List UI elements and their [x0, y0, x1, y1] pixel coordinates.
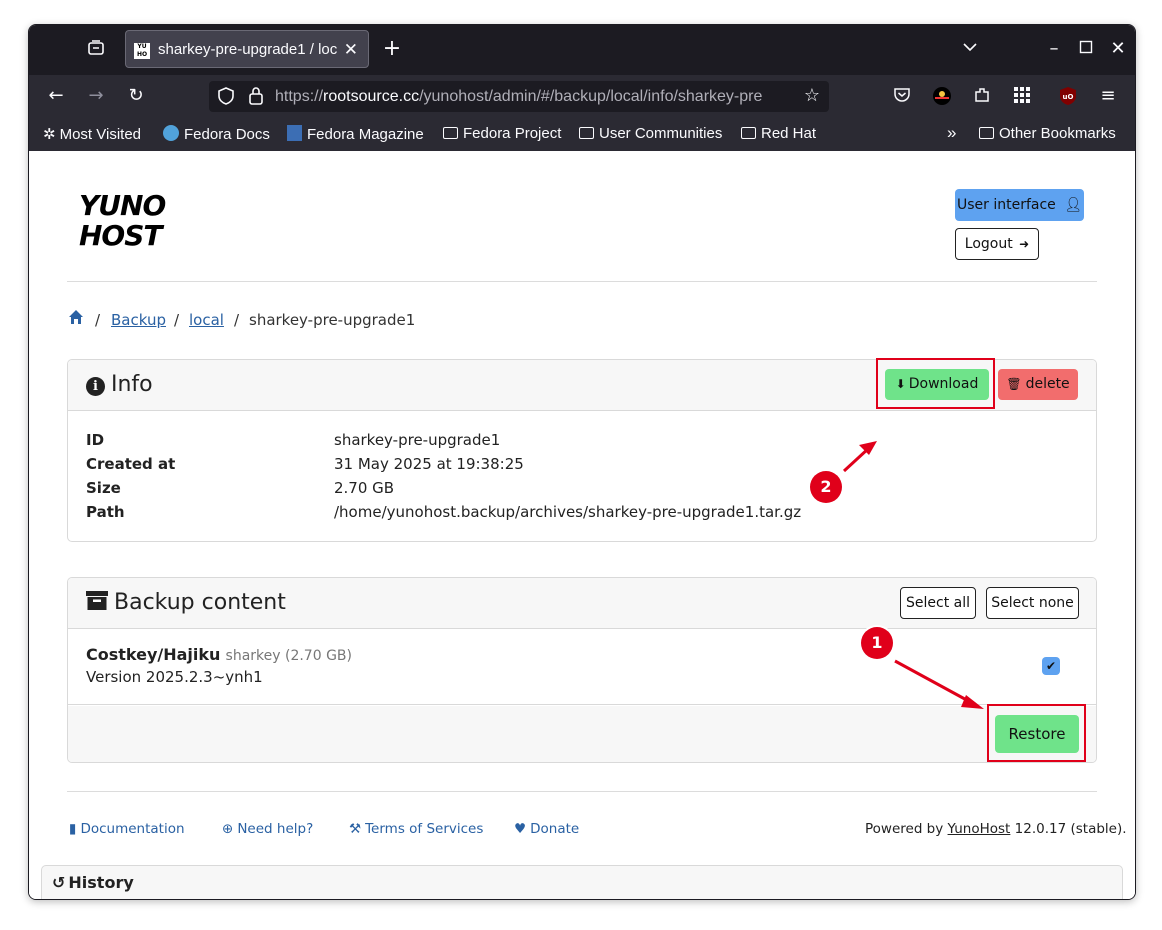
reload-icon[interactable]: ↻: [125, 86, 147, 106]
bookmark-user-communities[interactable]: User Communities: [579, 125, 722, 142]
bookmark-fedora-project[interactable]: Fedora Project: [443, 125, 561, 142]
bookmark-other-bookmarks[interactable]: Other Bookmarks: [979, 125, 1116, 142]
extension-avatar-icon[interactable]: [931, 86, 953, 111]
shield-icon[interactable]: [215, 86, 237, 111]
svg-text:uO: uO: [1063, 93, 1074, 101]
back-icon[interactable]: ←: [45, 86, 67, 106]
url-text: https://rootsource.cc/yunohost/admin/#/b…: [275, 88, 795, 106]
bookmark-fedora-magazine[interactable]: Fedora Magazine: [287, 125, 424, 143]
gear-icon: ✲: [43, 126, 56, 143]
extensions-puzzle-icon[interactable]: [971, 86, 993, 109]
title-bar: YU HO sharkey-pre-upgrade1 / loc ✕ + – ✕: [29, 25, 1135, 75]
tab-list-chevron-icon[interactable]: [959, 39, 981, 60]
annotation-step-1: 1: [861, 627, 893, 659]
apps-grid-icon[interactable]: [1011, 86, 1033, 109]
url-host: rootsource.cc: [323, 88, 420, 105]
folder-icon: [741, 127, 756, 139]
tab-active[interactable]: YU HO sharkey-pre-upgrade1 / loc ✕: [125, 30, 369, 68]
close-window-icon[interactable]: ✕: [1107, 39, 1129, 59]
bookmark-fedora-docs[interactable]: Fedora Docs: [163, 125, 270, 143]
pocket-icon[interactable]: [891, 86, 913, 109]
tab-overview-icon[interactable]: [85, 39, 107, 62]
bookmark-star-icon[interactable]: ☆: [801, 86, 823, 106]
bookmarks-bar: ✲ Most Visited Fedora Docs Fedora Magazin…: [29, 117, 1135, 151]
yunohost-favicon: YU HO: [134, 43, 150, 59]
bookmark-red-hat[interactable]: Red Hat: [741, 125, 816, 142]
fedora-magazine-icon: [287, 125, 302, 141]
tab-close-icon[interactable]: ✕: [344, 40, 358, 60]
ublock-origin-icon[interactable]: uO: [1057, 86, 1079, 111]
browser-window: YU HO sharkey-pre-upgrade1 / loc ✕ + – ✕ …: [28, 24, 1136, 900]
url-path: /yunohost/admin/#/backup/local/info/shar…: [419, 88, 763, 105]
new-tab-icon[interactable]: +: [381, 38, 403, 60]
fedora-icon: [163, 125, 179, 141]
url-prefix: https://: [275, 88, 324, 105]
bookmark-most-visited[interactable]: ✲ Most Visited: [43, 125, 141, 143]
maximize-icon[interactable]: [1075, 39, 1097, 59]
tab-title: sharkey-pre-upgrade1 / loc: [158, 41, 338, 58]
annotation-step-2: 2: [810, 471, 842, 503]
annotation-arrows: [842, 441, 984, 709]
lock-icon[interactable]: [245, 86, 267, 111]
page-content: YUNO HOST User interface 👤︎ Logout ➜ / B…: [29, 151, 1135, 899]
folder-icon: [443, 127, 458, 139]
folder-icon: [979, 127, 994, 139]
folder-icon: [579, 127, 594, 139]
bookmarks-overflow-icon[interactable]: »: [947, 123, 956, 143]
nav-bar: ← → ↻ https://rootsource.cc/yunohost/adm…: [29, 75, 1135, 117]
menu-hamburger-icon[interactable]: ≡: [1097, 86, 1119, 106]
forward-icon[interactable]: →: [85, 86, 107, 106]
minimize-icon[interactable]: –: [1043, 39, 1065, 59]
url-bar[interactable]: https://rootsource.cc/yunohost/admin/#/b…: [209, 81, 829, 112]
